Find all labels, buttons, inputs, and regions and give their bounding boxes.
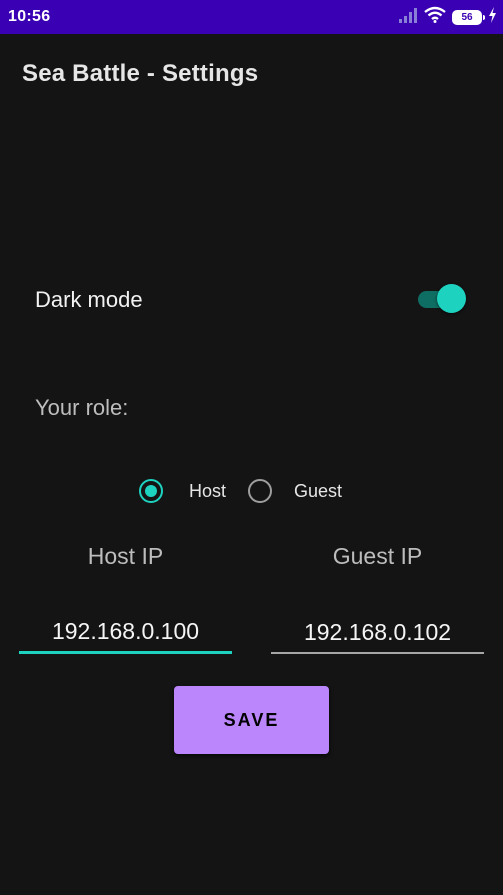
- host-ip-input[interactable]: [19, 612, 232, 654]
- dark-mode-label: Dark mode: [35, 287, 143, 312]
- wifi-icon: [424, 6, 446, 28]
- switch-thumb: [437, 284, 466, 313]
- dark-mode-switch[interactable]: [418, 284, 468, 314]
- signal-icon: [398, 7, 418, 28]
- role-radio-group: Host Guest: [139, 475, 342, 507]
- page-title: Sea Battle - Settings: [22, 60, 259, 87]
- save-button[interactable]: SAVE: [174, 686, 329, 754]
- radio-option-guest[interactable]: Guest: [248, 479, 342, 503]
- radio-label-guest: Guest: [294, 480, 343, 501]
- guest-ip-input[interactable]: [271, 612, 484, 654]
- settings-screen: 10:56 56 Sea Battle - Settings Dark mode…: [0, 0, 503, 895]
- guest-ip-label: Guest IP: [332, 543, 423, 569]
- status-icons: 56: [398, 6, 497, 28]
- radio-option-host[interactable]: Host: [139, 479, 226, 503]
- radio-label-host: Host: [189, 480, 227, 501]
- radio-checked-icon[interactable]: [139, 479, 163, 503]
- status-bar: 10:56 56: [0, 0, 503, 34]
- status-time: 10:56: [8, 8, 51, 25]
- role-label: Your role:: [35, 395, 129, 420]
- charging-icon: [488, 6, 497, 28]
- battery-icon: 56: [452, 9, 485, 25]
- host-ip-label: Host IP: [87, 543, 164, 569]
- radio-unchecked-icon[interactable]: [248, 479, 273, 503]
